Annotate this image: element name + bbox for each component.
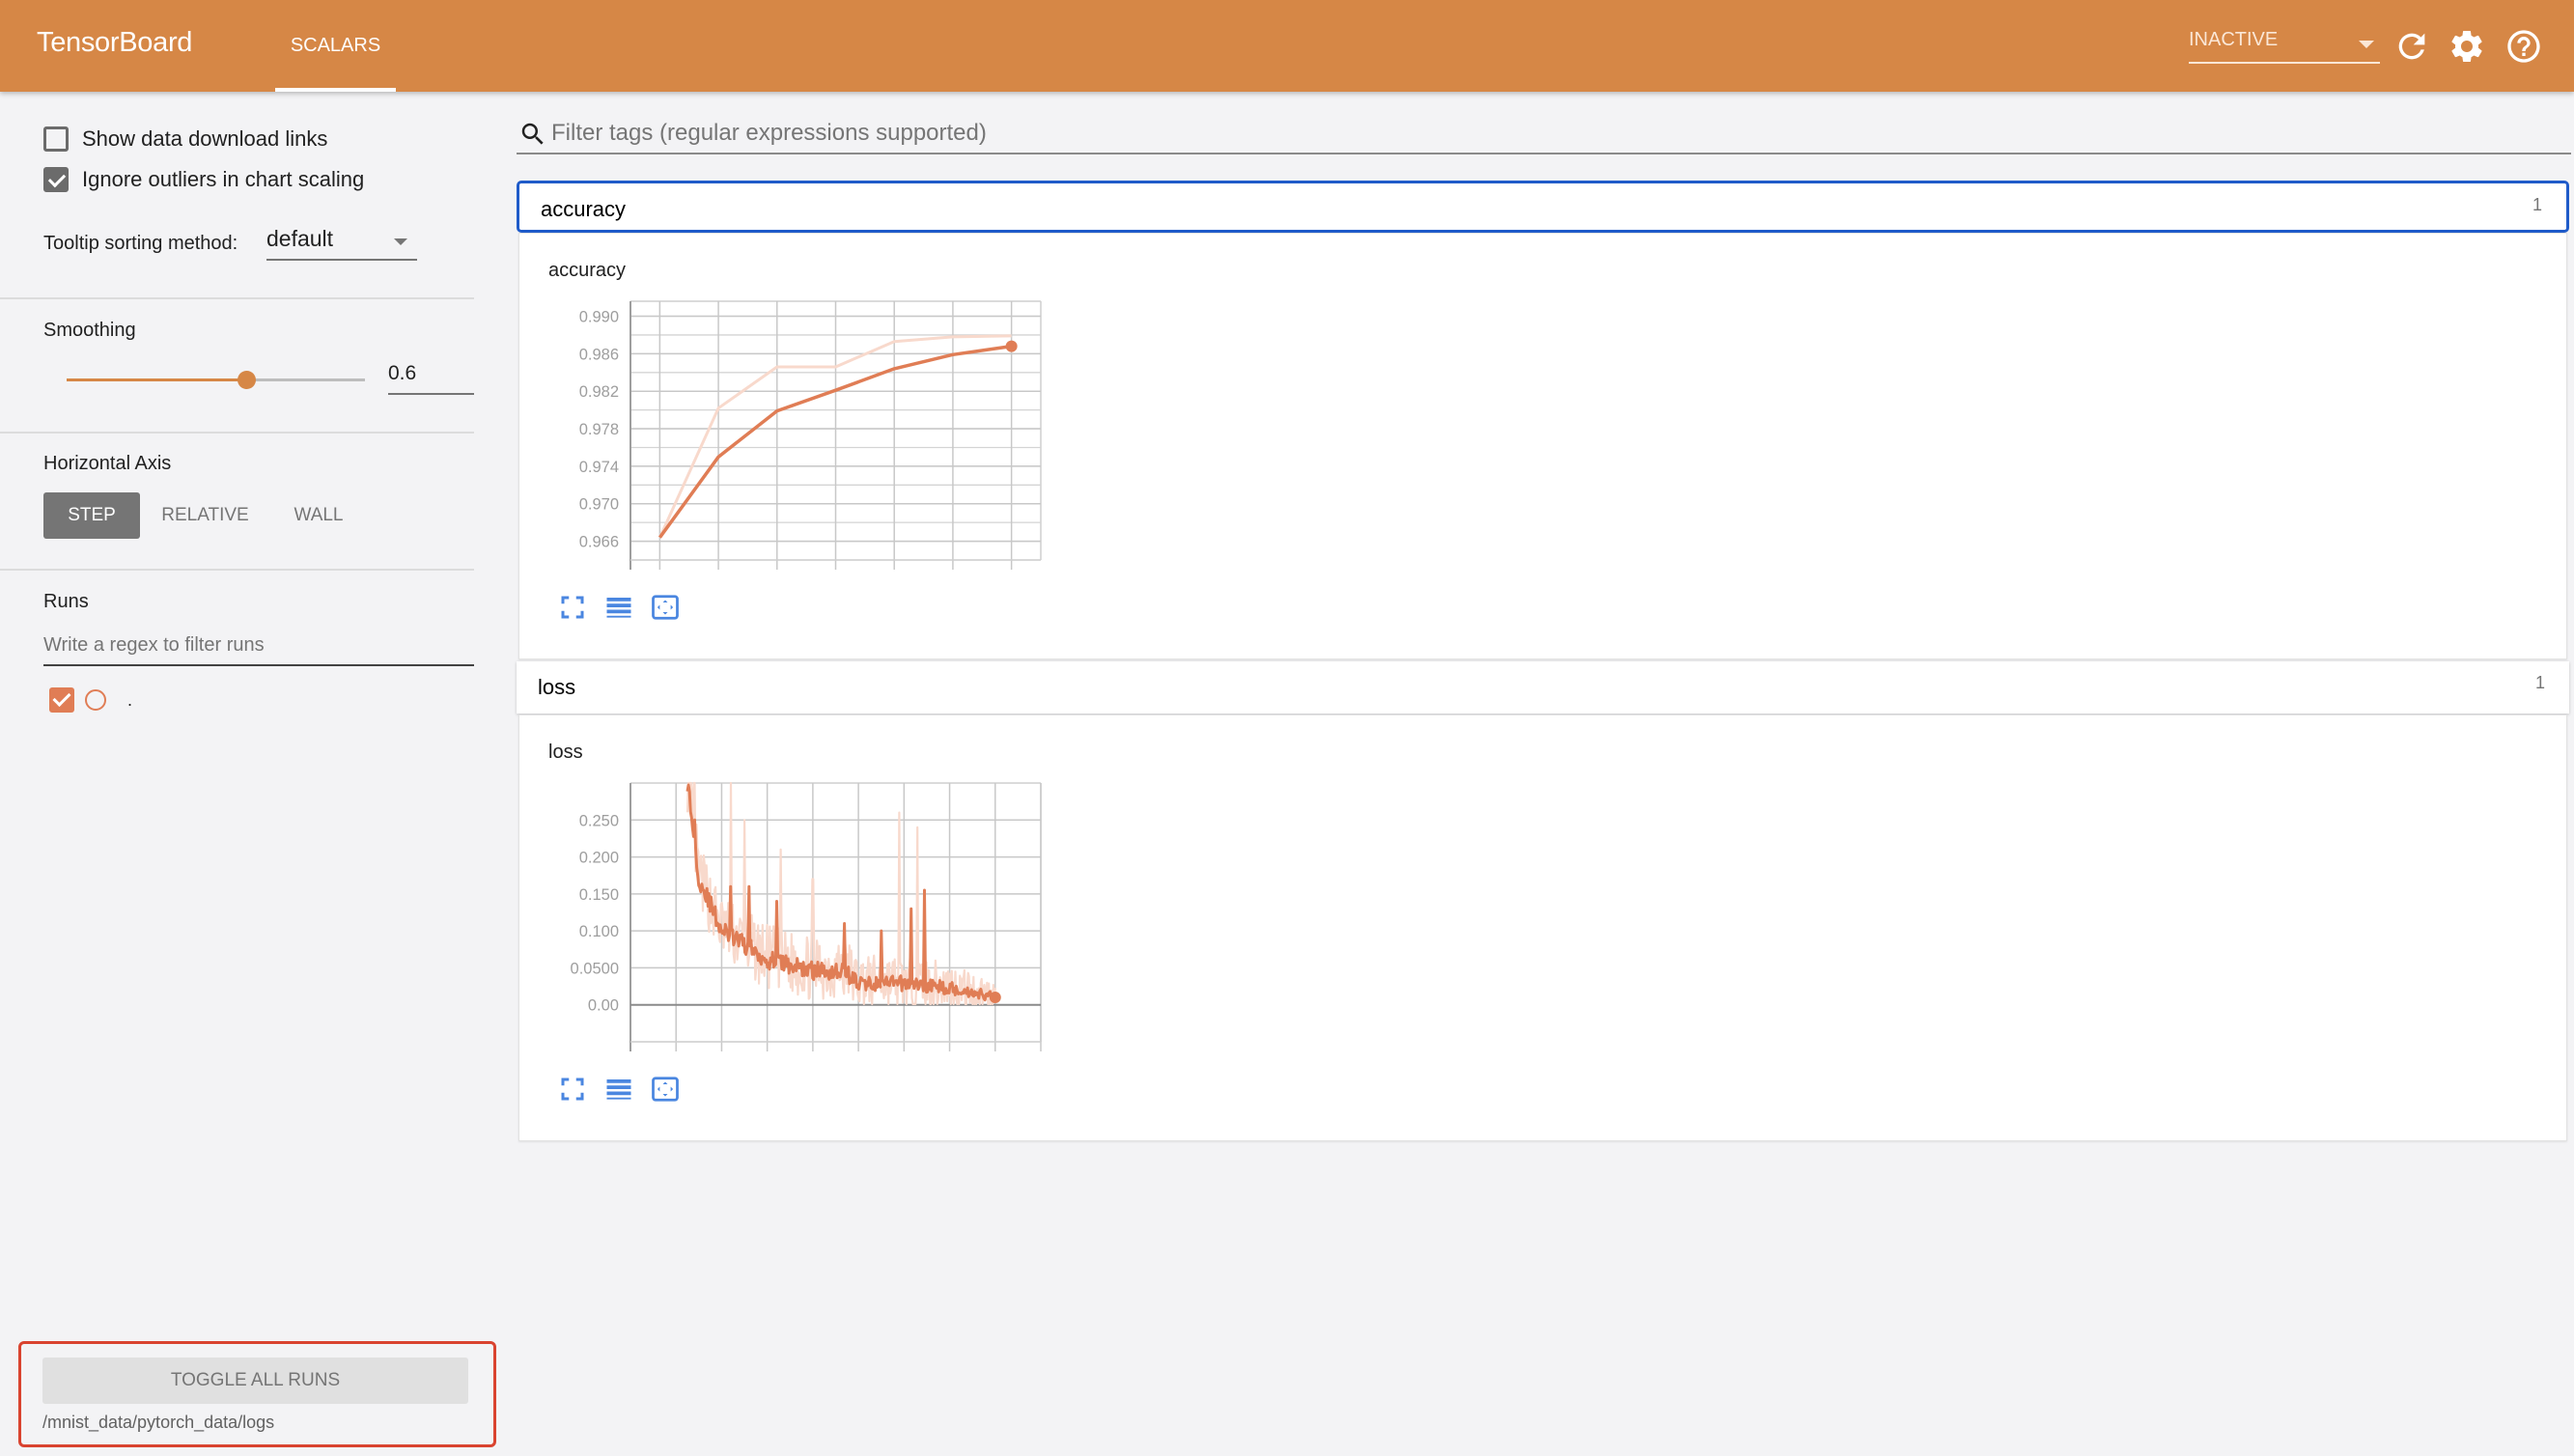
runs-filter-placeholder: Write a regex to filter runs — [43, 634, 265, 656]
y-tick-label: 0.974 — [579, 459, 619, 476]
loss-chart[interactable]: 0.000.05000.1000.1500.2000.2501.000k3.00… — [519, 773, 1060, 1053]
accuracy-chart[interactable]: 0.9660.9700.9740.9780.9820.9860.9901.000… — [519, 292, 1060, 572]
smoothing-slider[interactable] — [67, 371, 365, 389]
app-title: TensorBoard — [37, 27, 193, 58]
smoothing-value: 0.6 — [388, 362, 417, 384]
checkbox-unchecked-icon[interactable] — [43, 126, 69, 152]
help-icon[interactable] — [2504, 27, 2543, 66]
ignore-outliers-label: Ignore outliers in chart scaling — [82, 167, 365, 191]
fit-domain-icon[interactable] — [558, 1075, 587, 1104]
chart-card-title: accuracy — [548, 260, 627, 281]
chart-toolbar — [558, 1075, 680, 1104]
tab-active-indicator — [275, 88, 396, 92]
sidebar: Show data download links Ignore outliers… — [0, 92, 488, 1456]
smoothing-slider-knob[interactable] — [237, 371, 256, 389]
fit-domain-icon[interactable] — [558, 593, 587, 622]
axis-step-button[interactable]: STEP — [43, 492, 140, 539]
last-point-marker — [989, 992, 1001, 1004]
tag-filter-placeholder: Filter tags (regular expressions support… — [551, 120, 987, 146]
chart-card-title: loss — [548, 742, 583, 763]
run-item: . — [49, 687, 132, 713]
chart-toolbar — [558, 593, 680, 622]
category-panel-accuracy: accuracy 0.966 0.970 0.974 0.978 0.982 0.986 0… — [518, 233, 2567, 659]
checkbox-checked-icon[interactable] — [43, 167, 69, 192]
y-tick-label: 0.100 — [579, 923, 619, 940]
section-divider — [0, 297, 474, 299]
tab-scalars-label: SCALARS — [290, 35, 381, 56]
y-tick-label: 0.0500 — [571, 960, 619, 977]
expand-chart-icon[interactable] — [651, 593, 680, 622]
run-name: . — [127, 689, 133, 710]
smoothing-label: Smoothing — [43, 320, 136, 341]
dropdown-arrow-icon — [394, 238, 407, 245]
y-tick-label: 0.200 — [579, 850, 619, 867]
search-icon — [521, 123, 544, 145]
y-tick-label: 0.982 — [579, 383, 619, 401]
run-color-radio[interactable] — [85, 689, 106, 711]
section-divider — [0, 432, 474, 434]
axis-wall-button[interactable]: WALL — [280, 492, 357, 539]
toggle-all-runs-button[interactable]: TOGGLE ALL RUNS — [42, 1358, 468, 1404]
y-tick-label: 0.966 — [579, 534, 619, 551]
last-point-marker — [1005, 340, 1018, 352]
category-count: 1 — [2532, 195, 2542, 214]
y-tick-label: 0.970 — [579, 496, 619, 514]
category-panel-loss: loss 0.000.05000.1000.1500.2000.2501.000… — [518, 714, 2567, 1141]
y-tick-label: 0.150 — [579, 886, 619, 904]
tag-filter-input[interactable]: Filter tags (regular expressions support… — [517, 112, 2571, 154]
section-divider — [0, 569, 474, 571]
run-selector-dropdown[interactable]: INACTIVE — [2189, 29, 2380, 64]
y-tick-label: 0.990 — [579, 309, 619, 326]
category-count: 1 — [2534, 673, 2545, 692]
gear-icon[interactable] — [2448, 27, 2486, 66]
y-tick-label: 0.00 — [588, 997, 619, 1015]
top-app-bar: TensorBoard SCALARS INACTIVE — [0, 0, 2574, 92]
tooltip-sorting-dropdown[interactable]: default — [266, 226, 417, 261]
smoothing-slider-fill — [67, 378, 246, 381]
runs-filter-input[interactable]: Write a regex to filter runs — [43, 628, 474, 666]
tab-scalars[interactable]: SCALARS — [275, 0, 396, 92]
run-selector-value: INACTIVE — [2189, 29, 2279, 50]
data-list-icon[interactable] — [604, 1075, 633, 1104]
ignore-outliers-checkbox[interactable]: Ignore outliers in chart scaling — [43, 167, 364, 192]
runs-label: Runs — [43, 591, 89, 612]
refresh-icon[interactable] — [2392, 27, 2431, 66]
tooltip-sorting-value: default — [266, 226, 334, 251]
tooltip-sorting-label: Tooltip sorting method: — [43, 233, 238, 254]
data-list-icon[interactable] — [604, 593, 633, 622]
category-name: loss — [538, 675, 576, 699]
category-name: accuracy — [541, 197, 627, 221]
show-download-links-label: Show data download links — [82, 126, 328, 151]
axis-relative-button[interactable]: RELATIVE — [154, 492, 256, 539]
category-header-loss[interactable]: loss 1 — [517, 661, 2569, 714]
log-directory-path: /mnist_data/pytorch_data/logs — [42, 1413, 275, 1432]
run-checkbox[interactable] — [49, 687, 74, 713]
y-tick-label: 0.978 — [579, 421, 619, 438]
horizontal-axis-label: Horizontal Axis — [43, 453, 172, 474]
dropdown-arrow-icon — [2359, 41, 2374, 48]
expand-chart-icon[interactable] — [651, 1075, 680, 1104]
smoothing-value-input[interactable]: 0.6 — [388, 362, 474, 395]
show-download-links-checkbox[interactable]: Show data download links — [43, 126, 327, 152]
category-header-accuracy[interactable]: accuracy 1 — [517, 181, 2569, 233]
y-tick-label: 0.986 — [579, 346, 619, 363]
y-tick-label: 0.250 — [579, 812, 619, 829]
